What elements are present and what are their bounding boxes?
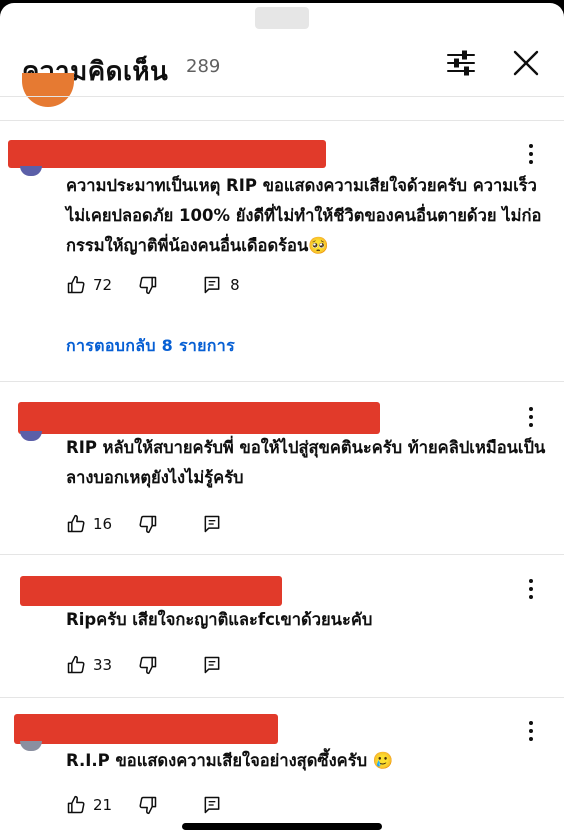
filter-sliders-icon[interactable]: [446, 49, 476, 77]
comment-divider: [0, 120, 564, 121]
like-button[interactable]: 21: [66, 794, 112, 816]
redacted-username: [14, 714, 278, 744]
reply-button[interactable]: [202, 794, 222, 816]
avatar[interactable]: [20, 431, 42, 441]
comment-reply-icon: [204, 276, 220, 294]
home-indicator[interactable]: [182, 823, 382, 830]
dislike-button[interactable]: [138, 274, 158, 296]
comment-divider: [0, 697, 564, 698]
more-vertical-icon[interactable]: [524, 578, 538, 600]
comment-actions: 33: [66, 654, 222, 676]
comment-divider: [0, 554, 564, 555]
redacted-username: [8, 140, 326, 168]
thumbs-down-icon: [139, 276, 157, 295]
comment-text: RIP หลับให้สบายครับพี่ ขอให้ไปสู่สุขคติน…: [66, 438, 546, 487]
like-count: 33: [93, 656, 113, 674]
comment-actions: 16: [66, 513, 222, 535]
comments-sheet: ความคิดเห็น 289 ความประมาทเป็นเหตุ RIP ข…: [0, 3, 564, 840]
thumbs-down-icon: [139, 656, 157, 675]
dislike-button[interactable]: [138, 654, 158, 676]
close-icon[interactable]: [512, 49, 540, 77]
thumbs-up-icon: [67, 655, 85, 674]
reply-button[interactable]: [202, 513, 222, 535]
more-vertical-icon[interactable]: [524, 720, 538, 742]
comment-text: Ripครับ เสียใจกะญาติและfcเขาด้วยนะคับ: [66, 610, 373, 629]
comments-header: ความคิดเห็น 289: [0, 39, 564, 95]
like-count: 72: [93, 276, 113, 294]
comment-reply-icon: [204, 796, 220, 814]
avatar[interactable]: [20, 741, 42, 751]
reply-count: 8: [230, 276, 240, 294]
redacted-username: [18, 402, 380, 434]
thumbs-up-icon: [67, 275, 85, 294]
comment-text: R.I.P ขอแสดงความเสียใจอย่างสุดซึ้งครับ 🥲: [66, 751, 394, 770]
avatar[interactable]: [20, 166, 42, 176]
comment-actions: 21: [66, 794, 222, 816]
like-button[interactable]: 33: [66, 654, 112, 676]
comment-actions: 72 8: [66, 274, 240, 296]
comments-count: 289: [186, 56, 221, 77]
comment-text: ความประมาทเป็นเหตุ RIP ขอแสดงความเสียใจด…: [66, 176, 542, 255]
view-replies-link[interactable]: การตอบกลับ 8 รายการ: [66, 334, 235, 359]
thumbs-up-icon: [67, 795, 85, 814]
thumbs-down-icon: [139, 796, 157, 815]
reply-button[interactable]: [202, 654, 222, 676]
previous-comment-avatar[interactable]: [22, 73, 74, 107]
redacted-username: [20, 576, 282, 606]
thumbs-down-icon: [139, 515, 157, 534]
drag-handle[interactable]: [255, 7, 309, 29]
header-divider: [0, 96, 564, 97]
thumbs-up-icon: [67, 514, 85, 533]
dislike-button[interactable]: [138, 794, 158, 816]
more-vertical-icon[interactable]: [524, 406, 538, 428]
comment-reply-icon: [204, 515, 220, 533]
like-button[interactable]: 72: [66, 274, 112, 296]
comment-reply-icon: [204, 656, 220, 674]
like-count: 21: [93, 796, 113, 814]
more-vertical-icon[interactable]: [524, 143, 538, 165]
dislike-button[interactable]: [138, 513, 158, 535]
reply-button[interactable]: 8: [202, 274, 240, 296]
comment-divider: [0, 381, 564, 382]
like-button[interactable]: 16: [66, 513, 112, 535]
like-count: 16: [93, 515, 113, 533]
